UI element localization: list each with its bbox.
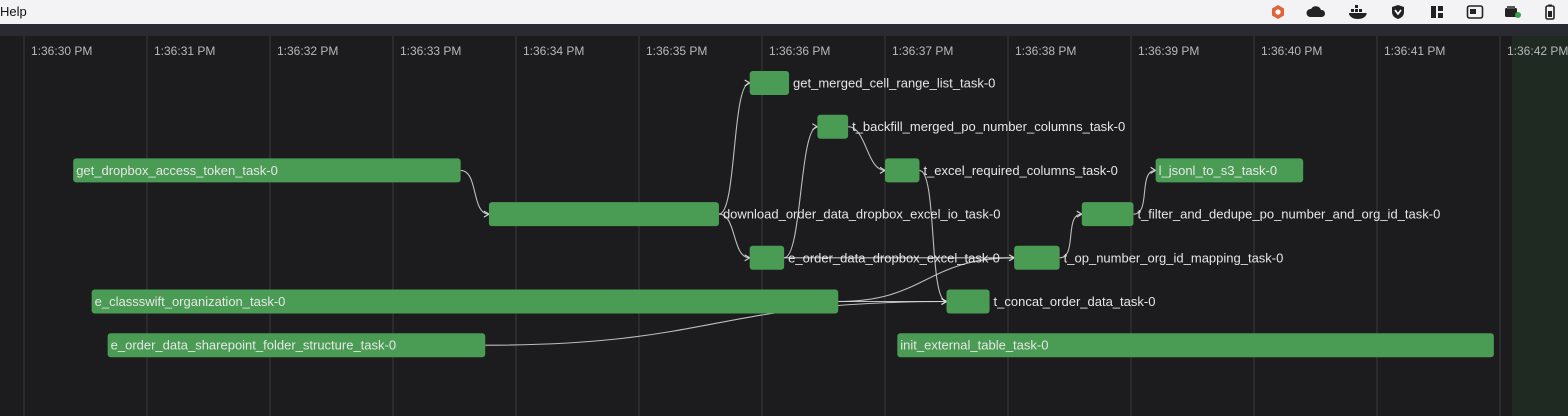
tick-label: 1:36:36 PM <box>769 44 830 58</box>
tick-label: 1:36:31 PM <box>154 44 215 58</box>
timeline-chart: 1:36:30 PM 1:36:31 PM 1:36:32 PM 1:36:33 PM… <box>23 36 1568 416</box>
task-label: init_external_table_task-0 <box>900 338 1048 353</box>
tick-label: 1:36:38 PM <box>1015 44 1076 58</box>
tick-label: 1:36:42 PM <box>1507 44 1568 58</box>
dependency-edge <box>783 126 818 259</box>
task-bar[interactable] <box>946 289 990 314</box>
battery-icon[interactable] <box>1541 3 1559 21</box>
tick-label: 1:36:40 PM <box>1261 44 1322 58</box>
dependency-edge <box>919 169 947 303</box>
task-label: t_op_number_org_id_mapping_task-0 <box>1064 250 1284 265</box>
tick-label: 1:36:33 PM <box>400 44 461 58</box>
screen-icon[interactable] <box>1466 3 1484 21</box>
task-label: download_order_data_dropbox_excel_io_tas… <box>723 207 1001 222</box>
task-bar[interactable] <box>749 245 785 270</box>
tick-label: 1:36:34 PM <box>523 44 584 58</box>
task-label: t_backfill_merged_po_number_columns_task… <box>852 119 1125 134</box>
task-label: t_excel_required_columns_task-0 <box>923 163 1117 178</box>
task-bar[interactable] <box>1014 245 1060 270</box>
tick-label: 1:36:32 PM <box>277 44 338 58</box>
task-label: t_filter_and_dedupe_po_number_and_org_id… <box>1137 207 1440 222</box>
wallet-icon[interactable] <box>1504 3 1522 21</box>
task-label: e_order_data_sharepoint_folder_structure… <box>111 338 396 353</box>
task-label: e_classswift_organization_task-0 <box>95 294 286 309</box>
cloud-icon[interactable] <box>1305 3 1327 21</box>
time-axis: 1:36:30 PM 1:36:31 PM 1:36:32 PM 1:36:33 PM… <box>31 44 1568 58</box>
task-label: get_merged_cell_range_list_task-0 <box>793 76 995 91</box>
docker-icon[interactable] <box>1347 3 1369 21</box>
task-bar[interactable] <box>885 158 920 183</box>
grid-icon[interactable] <box>1428 3 1446 21</box>
task-label: e_order_data_dropbox_excel_task-0 <box>788 250 1000 265</box>
menu-help[interactable]: Help <box>0 4 27 19</box>
dependency-edge <box>460 169 490 215</box>
tick-label: 1:36:39 PM <box>1138 44 1199 58</box>
task-bars: get_merged_cell_range_list_task-0 t_backf… <box>73 71 1494 358</box>
arrow-head <box>744 79 751 87</box>
task-bar[interactable] <box>817 114 849 139</box>
task-bar[interactable] <box>749 71 790 95</box>
tick-label: 1:36:37 PM <box>892 44 953 58</box>
shield-icon[interactable] <box>1389 3 1407 21</box>
task-bar[interactable] <box>1081 202 1134 227</box>
menubar: Help <box>0 0 1568 25</box>
tick-label: 1:36:30 PM <box>31 44 92 58</box>
title-strip <box>0 24 1568 36</box>
tick-label: 1:36:35 PM <box>646 44 707 58</box>
task-bar[interactable] <box>488 202 719 227</box>
task-label: get_dropbox_access_token_task-0 <box>76 163 278 178</box>
dependency-edge <box>718 82 750 215</box>
app-orange-icon[interactable] <box>1269 3 1287 21</box>
task-label: l_jsonl_to_s3_task-0 <box>1159 163 1278 178</box>
arrow-head <box>812 123 819 131</box>
task-label: t_concat_order_data_task-0 <box>994 294 1156 309</box>
tick-label: 1:36:41 PM <box>1384 44 1445 58</box>
